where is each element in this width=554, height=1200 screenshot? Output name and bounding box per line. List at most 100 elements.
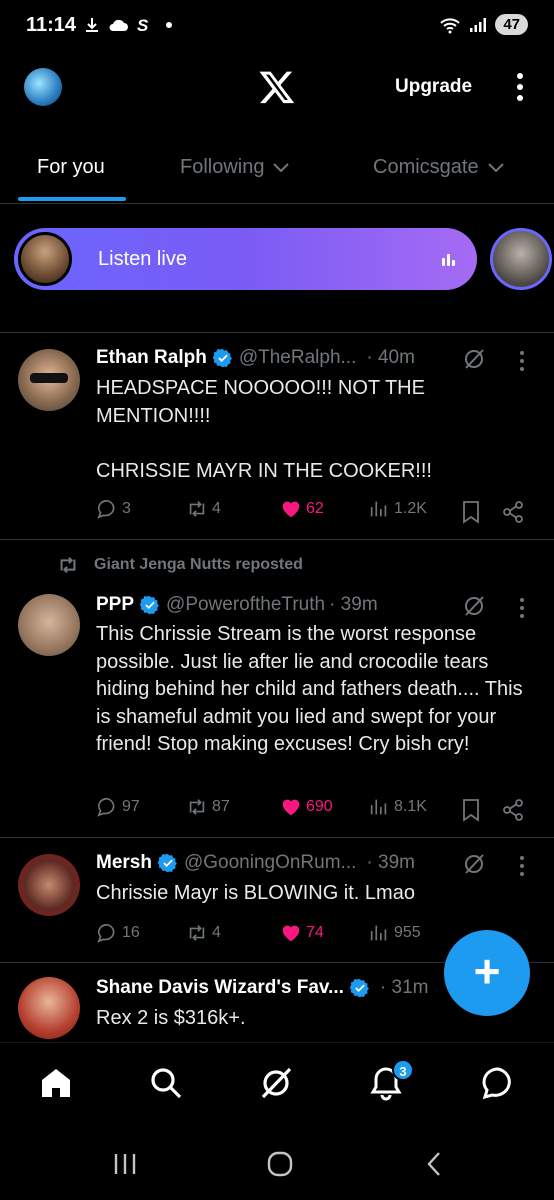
reply-icon [97,499,115,519]
tweet-author-handle[interactable]: @TheRalph... [239,347,357,369]
view-count: 955 [394,924,421,941]
grok-nav-icon[interactable] [258,1065,294,1101]
views-button[interactable]: 1.2K [368,498,427,520]
tweet-timestamp: · 39m [329,594,378,615]
tweet-timestamp: · 40m [366,347,415,368]
tweet[interactable]: Ethan Ralph @TheRalph... · 40m HEADSPACE… [0,333,554,538]
tweet-actions: 97 87 690 8.1K [96,796,536,824]
tab-label: Following [180,156,265,178]
status-notification-icons: S [84,16,172,34]
views-button[interactable]: 8.1K [368,796,427,818]
tweet-text: HEADSPACE NOOOOO!!! NOT THE MENTION!!!! … [96,377,432,482]
timeline-tabs: For you Following Comicsgate [0,140,554,204]
avatar[interactable] [18,349,80,411]
space-avatar[interactable] [490,228,552,290]
tweet-author-handle[interactable]: @GooningOnRum... [184,852,356,874]
recent-apps-icon[interactable] [110,1150,140,1178]
repost-icon [189,501,205,517]
repost-button[interactable]: 87 [186,796,230,818]
tweet-author-name[interactable]: Mersh [96,852,152,874]
repost-count: 87 [212,798,230,815]
reply-count: 3 [122,500,131,517]
dot-icon [166,22,172,28]
repost-count: 4 [212,500,221,517]
signal-icon [470,17,487,32]
bookmark-icon[interactable] [460,798,482,822]
chevron-down-icon [273,162,290,172]
grok-icon[interactable] [462,852,486,876]
view-count: 8.1K [394,798,427,815]
search-icon[interactable] [148,1065,184,1101]
tweet-more-icon[interactable] [520,856,526,880]
active-tab-indicator [18,197,126,201]
reply-button[interactable]: 16 [96,922,140,944]
tab-for-you[interactable]: For you [37,156,105,179]
share-icon[interactable] [502,500,524,524]
avatar[interactable] [18,594,80,656]
view-count: 1.2K [394,500,427,517]
bookmark-icon[interactable] [460,500,482,524]
listen-live-label: Listen live [98,248,187,270]
home-system-icon[interactable] [265,1150,295,1178]
repost-button[interactable]: 4 [186,498,221,520]
grok-icon[interactable] [462,347,486,371]
tab-following[interactable]: Following [180,156,290,179]
x-logo-icon[interactable] [258,68,296,106]
repost-button[interactable]: 4 [186,922,221,944]
views-icon [370,925,387,941]
tweet-actions: 3 4 62 1.2K [96,498,536,526]
views-icon [370,799,387,815]
avatar[interactable] [18,977,80,1039]
cloud-icon [109,19,128,31]
tweet[interactable]: Giant Jenga Nutts reposted PPP @Poweroft… [0,540,554,836]
status-bar: 11:14 S 47 [0,0,554,52]
notifications-badge: 3 [392,1059,414,1081]
status-time: 11:14 [26,14,77,36]
verified-badge-icon [212,348,232,368]
grok-icon[interactable] [462,594,486,618]
tab-label: For you [37,156,105,178]
views-button[interactable]: 955 [368,922,421,944]
avatar[interactable] [18,854,80,916]
tweet-more-icon[interactable] [520,598,526,622]
download-icon [86,18,98,32]
tweet-timestamp: · 31m [379,977,429,998]
reply-button[interactable]: 3 [96,498,131,520]
repost-context-label: Giant Jenga Nutts reposted [94,556,303,573]
compose-post-button[interactable]: + [444,930,530,1016]
verified-badge-icon [140,595,159,615]
tweet-author-name[interactable]: Shane Davis Wizard's Fav... [96,977,344,999]
like-button[interactable]: 62 [280,498,324,520]
reply-icon [97,923,115,943]
tweet-author-name[interactable]: PPP [96,594,134,616]
verified-badge-icon [349,978,369,998]
like-button[interactable]: 690 [280,796,333,818]
listen-live-button[interactable]: Listen live [14,228,477,290]
profile-avatar[interactable] [24,68,62,106]
like-count: 74 [306,924,324,941]
views-icon [370,501,387,517]
like-button[interactable]: 74 [280,922,324,944]
tweet-author-handle[interactable]: @PoweroftheTruth [166,594,325,616]
tweet-more-icon[interactable] [520,351,526,375]
tab-comicsgate[interactable]: Comicsgate [373,156,505,179]
repost-count: 4 [212,924,221,941]
repost-icon [60,556,76,574]
space-host-avatar [18,232,72,286]
share-icon[interactable] [502,798,524,822]
svg-text:S: S [137,16,149,34]
battery-indicator: 47 [495,14,528,35]
tweet-text: This Chrissie Stream is the worst respon… [96,623,529,755]
reply-count: 97 [122,798,140,815]
home-icon[interactable] [38,1065,74,1101]
more-options-icon[interactable] [512,70,528,104]
app-s-icon: S [137,16,149,34]
status-system-icons: 47 [439,14,528,35]
reply-button[interactable]: 97 [96,796,140,818]
back-icon[interactable] [420,1150,450,1178]
app-header: Upgrade [0,60,554,116]
tweet-author-name[interactable]: Ethan Ralph [96,347,207,369]
messages-icon[interactable] [480,1065,516,1101]
upgrade-button[interactable]: Upgrade [395,76,472,98]
tab-label: Comicsgate [373,156,479,178]
